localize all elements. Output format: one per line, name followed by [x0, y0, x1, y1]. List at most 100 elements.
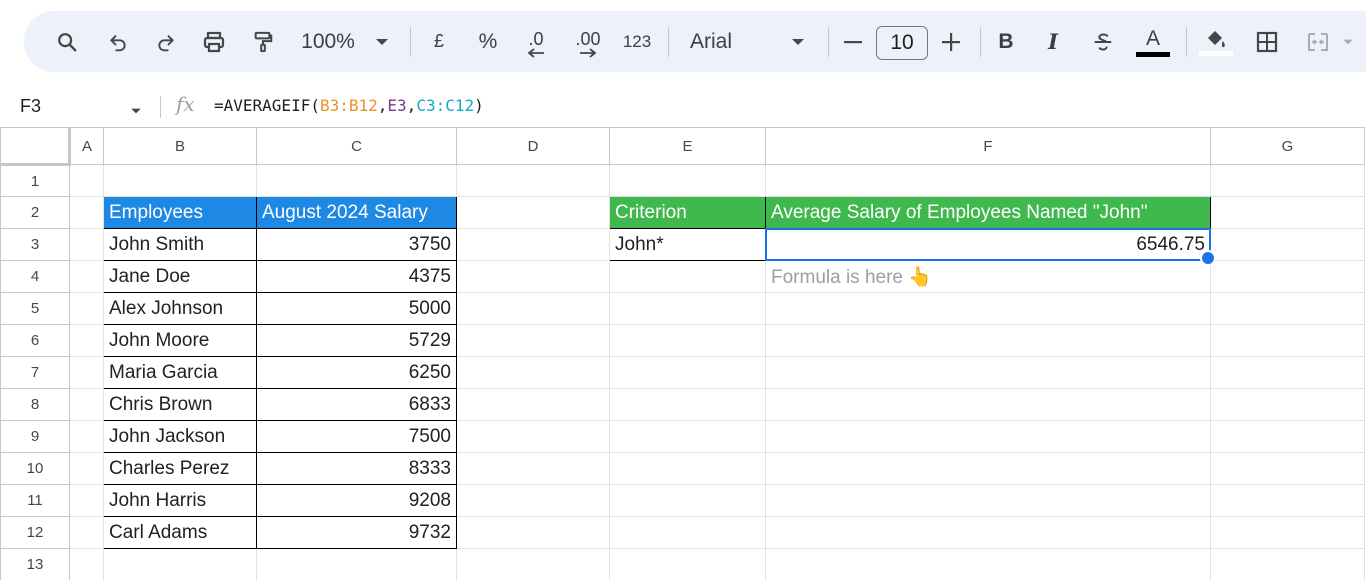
employee-name-cell[interactable]: Maria Garcia — [103, 356, 257, 389]
cell[interactable] — [456, 292, 610, 325]
cell[interactable] — [1210, 452, 1365, 485]
salary-cell[interactable]: 5729 — [256, 324, 457, 357]
column-header-c[interactable]: C — [256, 127, 457, 165]
row-header[interactable]: 3 — [0, 228, 70, 261]
cell[interactable] — [69, 228, 104, 261]
number-format-button[interactable]: 123 — [618, 11, 656, 72]
cell[interactable] — [765, 324, 1211, 357]
cell[interactable] — [456, 196, 610, 229]
row-header[interactable]: 2 — [0, 196, 70, 229]
employee-name-cell[interactable]: Carl Adams — [103, 516, 257, 549]
salary-cell[interactable]: 6833 — [256, 388, 457, 421]
employee-name-cell[interactable]: Jane Doe — [103, 260, 257, 293]
formula-note-cell[interactable]: Formula is here 👆 — [765, 260, 1211, 293]
cell[interactable] — [1210, 292, 1365, 325]
cell[interactable] — [69, 356, 104, 389]
employee-name-cell[interactable]: Charles Perez — [103, 452, 257, 485]
cell[interactable] — [69, 388, 104, 421]
bold-button[interactable]: B — [992, 11, 1020, 72]
cell[interactable] — [609, 292, 766, 325]
cell[interactable] — [69, 196, 104, 229]
salary-cell[interactable]: 8333 — [256, 452, 457, 485]
salary-cell[interactable]: 9208 — [256, 484, 457, 517]
cell[interactable] — [765, 548, 1211, 580]
employees-header-cell[interactable]: Employees — [103, 196, 257, 229]
cell[interactable] — [765, 516, 1211, 549]
cell[interactable] — [1210, 196, 1365, 229]
cell[interactable] — [69, 292, 104, 325]
cell[interactable] — [69, 420, 104, 453]
borders-icon[interactable] — [1252, 11, 1282, 72]
cell[interactable] — [1210, 484, 1365, 517]
cell[interactable] — [69, 548, 104, 580]
cell[interactable] — [1210, 388, 1365, 421]
print-icon[interactable] — [198, 11, 230, 72]
cell[interactable] — [765, 356, 1211, 389]
cell[interactable] — [609, 420, 766, 453]
percent-format-button[interactable]: % — [474, 11, 502, 72]
cell[interactable] — [765, 388, 1211, 421]
cell[interactable] — [1210, 516, 1365, 549]
cell[interactable] — [765, 420, 1211, 453]
column-header-a[interactable]: A — [69, 127, 104, 165]
name-box[interactable]: F3 — [20, 88, 41, 126]
cell[interactable] — [456, 228, 610, 261]
cell[interactable] — [456, 324, 610, 357]
cell[interactable] — [609, 164, 766, 197]
cell[interactable] — [609, 324, 766, 357]
criterion-value-cell[interactable]: John* — [609, 228, 766, 261]
undo-icon[interactable] — [104, 11, 132, 72]
redo-icon[interactable] — [152, 11, 180, 72]
row-header[interactable]: 7 — [0, 356, 70, 389]
font-dropdown-icon[interactable] — [786, 11, 810, 72]
cell[interactable] — [609, 484, 766, 517]
salary-cell[interactable]: 6250 — [256, 356, 457, 389]
cell[interactable] — [456, 452, 610, 485]
cell[interactable] — [456, 164, 610, 197]
cell[interactable] — [456, 516, 610, 549]
salary-cell[interactable]: 5000 — [256, 292, 457, 325]
cell[interactable] — [1210, 228, 1365, 261]
cell[interactable] — [1210, 356, 1365, 389]
italic-button[interactable]: I — [1040, 11, 1066, 72]
fill-color-button[interactable] — [1196, 11, 1236, 72]
row-header[interactable]: 12 — [0, 516, 70, 549]
row-header[interactable]: 10 — [0, 452, 70, 485]
merge-cells-icon[interactable] — [1302, 11, 1334, 72]
increase-decimal-button[interactable]: .00 — [568, 11, 608, 72]
cell[interactable] — [1210, 548, 1365, 580]
decrease-decimal-button[interactable]: .0 — [518, 11, 554, 72]
select-all-corner[interactable] — [0, 127, 71, 166]
row-header[interactable]: 1 — [0, 164, 70, 197]
zoom-dropdown-icon[interactable] — [370, 11, 394, 72]
salary-cell[interactable]: 3750 — [256, 228, 457, 261]
column-header-b[interactable]: B — [103, 127, 257, 165]
text-color-button[interactable]: A — [1134, 11, 1172, 72]
row-header[interactable]: 6 — [0, 324, 70, 357]
decrease-font-size-icon[interactable] — [840, 11, 866, 72]
cell[interactable] — [69, 484, 104, 517]
cell[interactable] — [456, 420, 610, 453]
currency-format-button[interactable]: £ — [426, 11, 452, 72]
search-icon[interactable] — [52, 11, 82, 72]
row-header[interactable]: 5 — [0, 292, 70, 325]
font-size-input[interactable]: 10 — [876, 26, 928, 60]
column-header-f[interactable]: F — [765, 127, 1211, 165]
cell[interactable] — [256, 164, 457, 197]
cell[interactable] — [69, 260, 104, 293]
cell[interactable] — [1210, 164, 1365, 197]
cell[interactable] — [256, 548, 457, 580]
cell[interactable] — [69, 516, 104, 549]
cell[interactable] — [609, 516, 766, 549]
employee-name-cell[interactable]: John Harris — [103, 484, 257, 517]
font-family-select[interactable]: Arial — [684, 11, 784, 72]
column-header-d[interactable]: D — [456, 127, 610, 165]
salary-cell[interactable]: 7500 — [256, 420, 457, 453]
criterion-header-cell[interactable]: Criterion — [609, 196, 766, 229]
salary-cell[interactable]: 4375 — [256, 260, 457, 293]
employee-name-cell[interactable]: John Smith — [103, 228, 257, 261]
employee-name-cell[interactable]: John Moore — [103, 324, 257, 357]
row-header[interactable]: 9 — [0, 420, 70, 453]
cell[interactable] — [103, 164, 257, 197]
paint-format-icon[interactable] — [248, 11, 278, 72]
